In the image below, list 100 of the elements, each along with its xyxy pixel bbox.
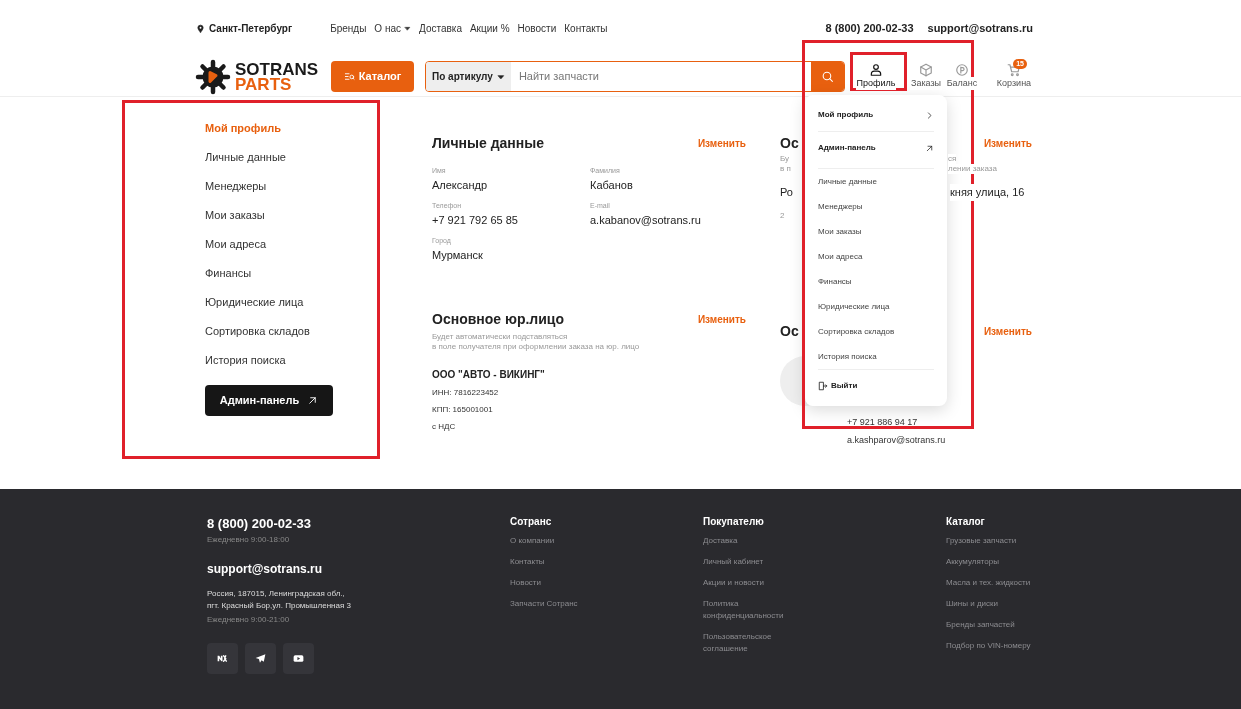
footer-phone[interactable]: 8 (800) 200-02-33 <box>207 514 510 534</box>
sidebar-item[interactable]: Мои адреса <box>205 236 266 265</box>
footer-link[interactable]: Новости <box>510 577 703 589</box>
nav-link[interactable]: О нас <box>374 21 411 36</box>
footer-link[interactable]: Пользовательское соглашение <box>703 631 803 655</box>
hint-text: лении заказа <box>948 164 997 174</box>
footer-link[interactable]: Личный кабинет <box>703 556 803 568</box>
address-subtext: 2 <box>780 210 785 220</box>
company-detail: ИНН: 7816223452 <box>432 387 500 399</box>
field-value: Мурманск <box>432 247 484 263</box>
dropdown-item[interactable]: Финансы <box>818 269 934 294</box>
gear-icon <box>195 58 231 95</box>
coin-icon <box>955 62 969 77</box>
dropdown-item[interactable]: История поиска <box>818 344 934 369</box>
footer-link[interactable]: О компании <box>510 535 703 547</box>
menu-search-icon <box>343 71 355 82</box>
company-detail: КПП: 165001001 <box>432 404 494 416</box>
dropdown-item[interactable]: Мои адреса <box>818 244 934 269</box>
section-title: Основное юр.лицо <box>432 310 565 329</box>
footer-link[interactable]: Аккумуляторы <box>946 556 1076 568</box>
sidebar-item[interactable]: Менеджеры <box>205 178 267 207</box>
person-icon <box>869 62 883 77</box>
hint-text: Будет автоматически подставляться <box>432 332 569 342</box>
dropdown-item[interactable]: Мои заказы <box>818 219 934 244</box>
address-text: Ро <box>780 186 793 198</box>
sidebar-item[interactable]: Юридические лица <box>205 294 304 323</box>
search-field[interactable]: По артикулу Найти запчасти <box>425 61 845 92</box>
nav-link[interactable]: Доставка <box>419 21 462 36</box>
header-action[interactable]: Профиль <box>854 62 898 91</box>
field-value: Кабанов <box>590 177 634 193</box>
nav-link[interactable]: Акции % <box>469 21 510 36</box>
footer-address: Россия, 187015, Ленинградская обл., <box>207 587 346 600</box>
footer-link[interactable]: Бренды запчастей <box>946 619 1076 631</box>
field-value: +7 921 792 65 85 <box>432 212 519 228</box>
logout-icon <box>818 381 828 391</box>
caret-icon <box>404 25 411 32</box>
company-detail: с НДС <box>432 421 457 433</box>
sidebar-item[interactable]: История поиска <box>205 352 286 381</box>
section-title: Ос <box>780 321 799 341</box>
section-title: Ос <box>780 134 799 153</box>
footer-address: пгт. Красный Бор,ул. Промышленная 3 <box>207 599 352 612</box>
nav-link[interactable]: Бренды <box>330 21 367 36</box>
dropdown-item[interactable]: Выйти <box>818 370 934 402</box>
footer-link[interactable]: Контакты <box>510 556 703 568</box>
search-mode-dropdown[interactable]: По артикулу <box>426 62 511 91</box>
dropdown-item[interactable]: Юридические лица <box>818 294 934 319</box>
sidebar-item[interactable]: Финансы <box>205 265 252 294</box>
dropdown-item[interactable]: Мой профиль <box>818 99 934 131</box>
search-button[interactable] <box>811 62 844 91</box>
social-button[interactable] <box>207 642 238 674</box>
logo[interactable]: SOTRANS PARTS <box>195 58 322 95</box>
sidebar-item[interactable]: Личные данные <box>205 149 286 178</box>
sidebar-item[interactable]: Мои заказы <box>205 207 265 236</box>
footer-hours: Ежедневно 9:00-18:00 <box>207 533 291 546</box>
manager-phone: +7 921 886 94 17 <box>847 415 918 429</box>
footer-link[interactable]: Подбор по VIN-номеру <box>946 640 1076 652</box>
dropdown-item[interactable]: Сортировка складов <box>818 319 934 344</box>
logo-text: SOTRANS <box>235 61 319 77</box>
box-icon <box>919 62 933 77</box>
dropdown-item[interactable]: Админ-панель <box>818 132 934 164</box>
dropdown-item[interactable]: Личные данные <box>818 169 934 194</box>
section-title: Личные данные <box>432 134 544 153</box>
email-link[interactable]: support@sotrans.ru <box>927 20 1033 37</box>
hint-text: в поле получателя при оформлении заказа на юр. лицо <box>432 342 641 352</box>
manager-email[interactable]: a.kashparov@sotrans.ru <box>847 434 946 448</box>
arrow-up-right-icon <box>925 143 934 153</box>
field-value: a.kabanov@sotrans.ru <box>590 212 702 228</box>
footer-hours: Ежедневно 9:00-21:00 <box>207 613 291 626</box>
address-text: княя улица, 16 <box>950 184 1025 201</box>
logo-text: PARTS <box>235 76 292 92</box>
sidebar-item[interactable]: Сортировка складов <box>205 323 310 352</box>
nav-link[interactable]: Контакты <box>564 21 608 36</box>
footer-link[interactable]: Масла и тех. жидкости <box>946 577 1076 589</box>
footer-column-title: Каталог <box>946 515 986 529</box>
footer-column-title: Покупателю <box>703 515 765 529</box>
chevron-right-icon <box>925 110 934 120</box>
company-name: ООО "АВТО - ВИКИНГ" <box>432 368 546 382</box>
footer-link[interactable]: Шины и диски <box>946 598 1076 610</box>
header-action[interactable]: Баланс <box>944 62 980 91</box>
header-action[interactable]: Заказы <box>908 62 944 91</box>
social-button[interactable] <box>283 642 314 674</box>
admin-panel-button[interactable]: Админ-панель <box>205 385 333 416</box>
footer-column-title: Сотранс <box>510 515 553 529</box>
footer-link[interactable]: Грузовые запчасти <box>946 535 1076 547</box>
footer-link[interactable]: Запчасти Сотранс <box>510 598 703 610</box>
footer-link[interactable]: Политика конфиденциальности <box>703 598 803 622</box>
caret-icon <box>496 72 505 81</box>
search-icon <box>821 70 834 83</box>
phone-number[interactable]: 8 (800) 200-02-33 <box>825 20 914 37</box>
field-value: Александр <box>432 177 489 193</box>
arrow-up-right-icon <box>307 395 319 406</box>
paper-plane-icon <box>254 651 267 665</box>
city-label[interactable]: Санкт-Петербург <box>209 21 293 36</box>
location-pin-icon <box>196 23 205 34</box>
footer-link[interactable]: Доставка <box>703 535 803 547</box>
dropdown-item[interactable]: Менеджеры <box>818 194 934 219</box>
nav-link[interactable]: Новости <box>517 21 557 36</box>
footer-link[interactable]: Акции и новости <box>703 577 803 589</box>
social-button[interactable] <box>245 642 276 674</box>
footer-email[interactable]: support@sotrans.ru <box>207 559 510 578</box>
